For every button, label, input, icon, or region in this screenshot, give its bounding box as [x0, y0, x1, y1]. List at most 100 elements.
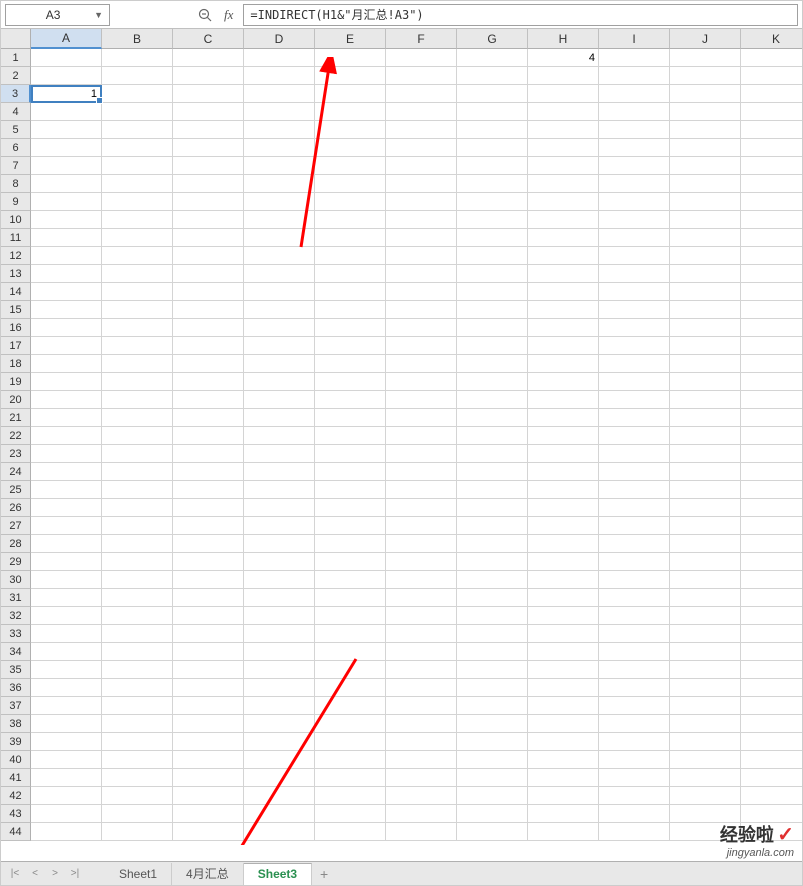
- cell-I35[interactable]: [599, 661, 670, 679]
- cell-E4[interactable]: [315, 103, 386, 121]
- cell-D22[interactable]: [244, 427, 315, 445]
- cell-K24[interactable]: [741, 463, 802, 481]
- cell-A44[interactable]: [31, 823, 102, 841]
- row-header-43[interactable]: 43: [1, 805, 31, 823]
- row-header-23[interactable]: 23: [1, 445, 31, 463]
- cell-I32[interactable]: [599, 607, 670, 625]
- cell-J6[interactable]: [670, 139, 741, 157]
- cell-D12[interactable]: [244, 247, 315, 265]
- cell-J9[interactable]: [670, 193, 741, 211]
- cell-F32[interactable]: [386, 607, 457, 625]
- cell-F37[interactable]: [386, 697, 457, 715]
- cell-A31[interactable]: [31, 589, 102, 607]
- cell-D5[interactable]: [244, 121, 315, 139]
- col-header-H[interactable]: H: [528, 29, 599, 49]
- cell-D19[interactable]: [244, 373, 315, 391]
- cell-J14[interactable]: [670, 283, 741, 301]
- cell-H26[interactable]: [528, 499, 599, 517]
- cell-I3[interactable]: [599, 85, 670, 103]
- row-header-22[interactable]: 22: [1, 427, 31, 445]
- cell-G14[interactable]: [457, 283, 528, 301]
- fx-button[interactable]: fx: [224, 7, 233, 23]
- row-header-42[interactable]: 42: [1, 787, 31, 805]
- cell-A3[interactable]: 1: [31, 85, 102, 103]
- cell-D25[interactable]: [244, 481, 315, 499]
- cell-B19[interactable]: [102, 373, 173, 391]
- cell-C11[interactable]: [173, 229, 244, 247]
- cell-C34[interactable]: [173, 643, 244, 661]
- cell-G32[interactable]: [457, 607, 528, 625]
- cell-J17[interactable]: [670, 337, 741, 355]
- cell-G22[interactable]: [457, 427, 528, 445]
- row-header-26[interactable]: 26: [1, 499, 31, 517]
- cell-E7[interactable]: [315, 157, 386, 175]
- cell-A8[interactable]: [31, 175, 102, 193]
- cell-K17[interactable]: [741, 337, 802, 355]
- cell-F11[interactable]: [386, 229, 457, 247]
- cell-A13[interactable]: [31, 265, 102, 283]
- cell-F36[interactable]: [386, 679, 457, 697]
- cell-F27[interactable]: [386, 517, 457, 535]
- cell-C30[interactable]: [173, 571, 244, 589]
- cell-H38[interactable]: [528, 715, 599, 733]
- cell-A2[interactable]: [31, 67, 102, 85]
- cell-K41[interactable]: [741, 769, 802, 787]
- cell-B25[interactable]: [102, 481, 173, 499]
- cell-F6[interactable]: [386, 139, 457, 157]
- cell-H21[interactable]: [528, 409, 599, 427]
- cell-F31[interactable]: [386, 589, 457, 607]
- cell-E32[interactable]: [315, 607, 386, 625]
- cell-D7[interactable]: [244, 157, 315, 175]
- cell-B1[interactable]: [102, 49, 173, 67]
- cell-G31[interactable]: [457, 589, 528, 607]
- cell-G33[interactable]: [457, 625, 528, 643]
- cell-K33[interactable]: [741, 625, 802, 643]
- cell-J13[interactable]: [670, 265, 741, 283]
- cell-K13[interactable]: [741, 265, 802, 283]
- cell-D1[interactable]: [244, 49, 315, 67]
- cell-G13[interactable]: [457, 265, 528, 283]
- cell-B44[interactable]: [102, 823, 173, 841]
- row-header-14[interactable]: 14: [1, 283, 31, 301]
- cell-C16[interactable]: [173, 319, 244, 337]
- col-header-J[interactable]: J: [670, 29, 741, 49]
- col-header-B[interactable]: B: [102, 29, 173, 49]
- row-header-39[interactable]: 39: [1, 733, 31, 751]
- cell-J12[interactable]: [670, 247, 741, 265]
- cell-F9[interactable]: [386, 193, 457, 211]
- row-header-37[interactable]: 37: [1, 697, 31, 715]
- cell-A11[interactable]: [31, 229, 102, 247]
- cell-B8[interactable]: [102, 175, 173, 193]
- cell-C43[interactable]: [173, 805, 244, 823]
- cell-G23[interactable]: [457, 445, 528, 463]
- row-header-5[interactable]: 5: [1, 121, 31, 139]
- cell-I13[interactable]: [599, 265, 670, 283]
- cell-K28[interactable]: [741, 535, 802, 553]
- cell-D39[interactable]: [244, 733, 315, 751]
- cell-E24[interactable]: [315, 463, 386, 481]
- cell-K22[interactable]: [741, 427, 802, 445]
- cell-G15[interactable]: [457, 301, 528, 319]
- cell-A29[interactable]: [31, 553, 102, 571]
- cell-F25[interactable]: [386, 481, 457, 499]
- cell-A10[interactable]: [31, 211, 102, 229]
- cell-K39[interactable]: [741, 733, 802, 751]
- cell-H14[interactable]: [528, 283, 599, 301]
- cell-C22[interactable]: [173, 427, 244, 445]
- cell-K3[interactable]: [741, 85, 802, 103]
- cell-I43[interactable]: [599, 805, 670, 823]
- cell-H39[interactable]: [528, 733, 599, 751]
- cell-J36[interactable]: [670, 679, 741, 697]
- cell-G36[interactable]: [457, 679, 528, 697]
- cell-I24[interactable]: [599, 463, 670, 481]
- cell-A9[interactable]: [31, 193, 102, 211]
- cell-B6[interactable]: [102, 139, 173, 157]
- cell-E8[interactable]: [315, 175, 386, 193]
- cell-D6[interactable]: [244, 139, 315, 157]
- cell-K16[interactable]: [741, 319, 802, 337]
- cell-J43[interactable]: [670, 805, 741, 823]
- cell-E23[interactable]: [315, 445, 386, 463]
- cell-H7[interactable]: [528, 157, 599, 175]
- sheet-tab-2[interactable]: Sheet3: [244, 863, 312, 885]
- cell-G43[interactable]: [457, 805, 528, 823]
